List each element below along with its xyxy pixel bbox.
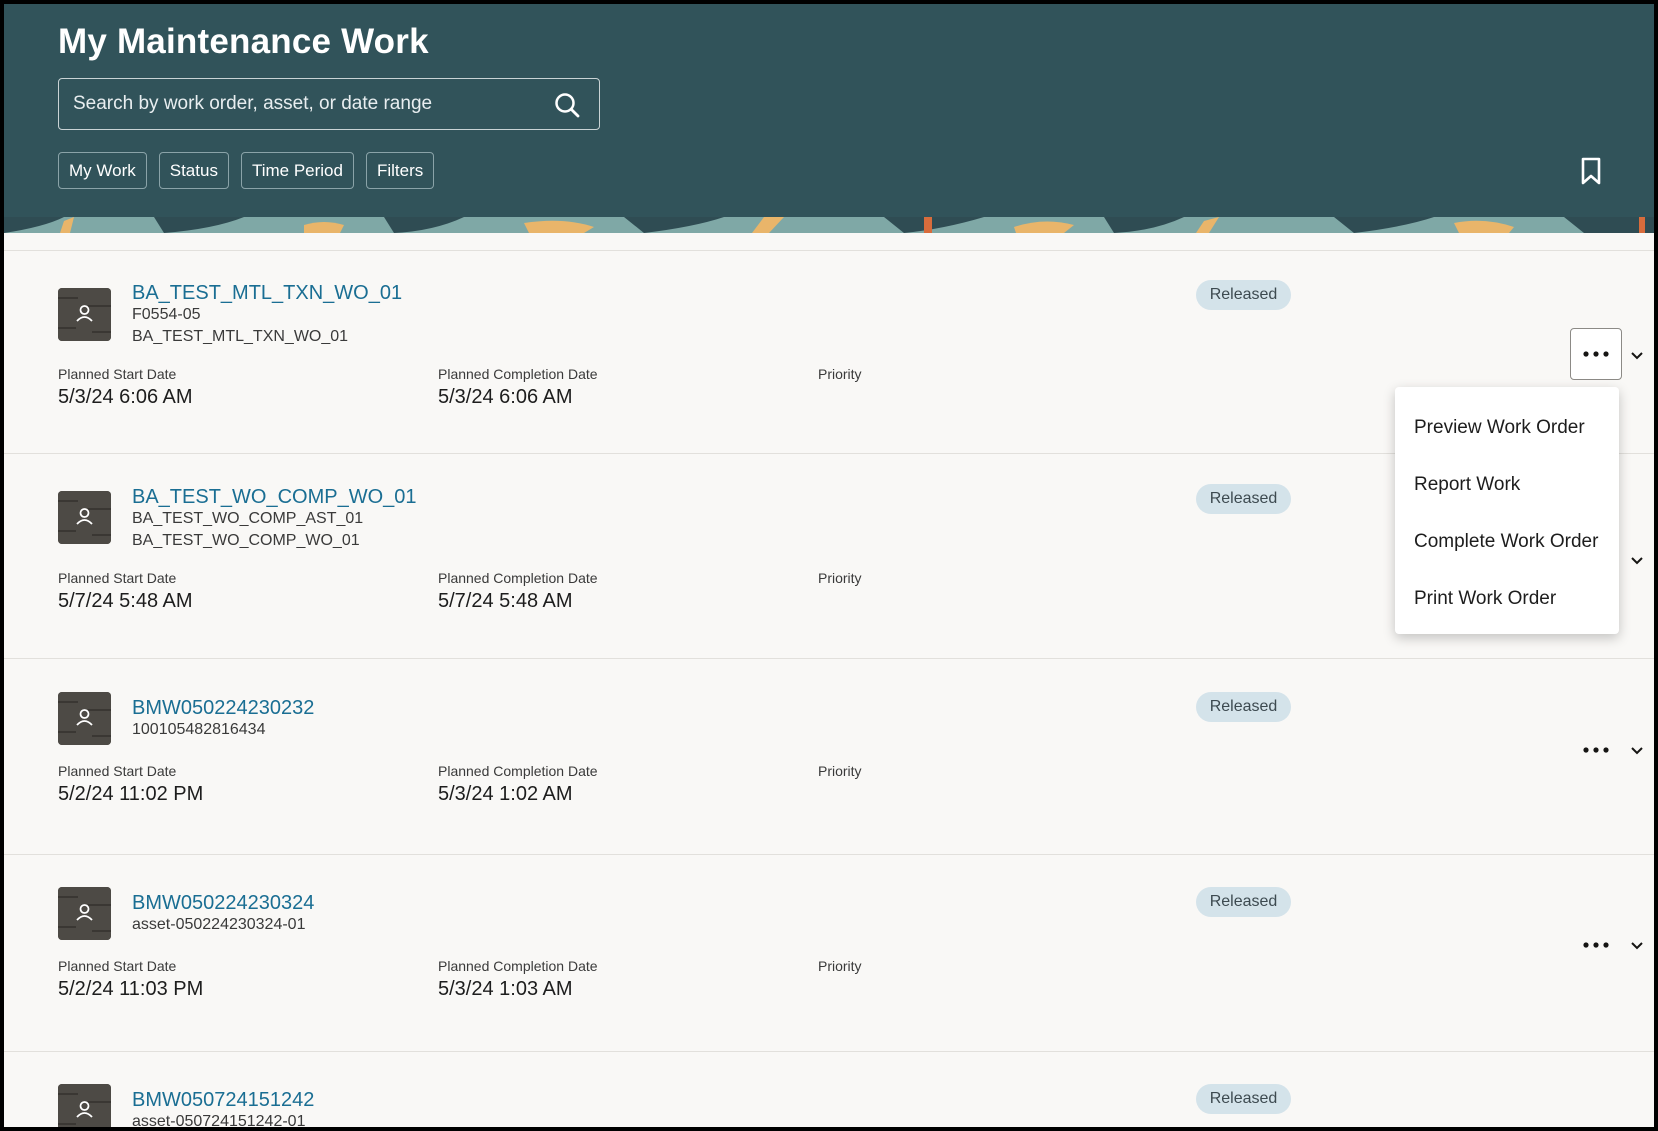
status-badge: Released (1196, 280, 1291, 310)
chip-time-period[interactable]: Time Period (240, 152, 354, 189)
work-order-number: BA_TEST_WO_COMP_WO_01 (132, 532, 360, 549)
planned-completion-value: 5/7/24 5:48 AM (438, 590, 573, 612)
avatar (58, 491, 111, 544)
avatar (58, 288, 111, 341)
asset-number: asset-050724151242-01 (132, 1113, 306, 1127)
avatar (58, 692, 111, 745)
planned-start-label: Planned Start Date (58, 763, 177, 779)
asset-number: 100105482816434 (132, 721, 266, 738)
header-decoration (4, 217, 1654, 233)
status-badge: Released (1196, 484, 1291, 514)
planned-start-value: 5/7/24 5:48 AM (58, 590, 193, 612)
search-input[interactable] (73, 79, 543, 129)
status-badge: Released (1196, 1084, 1291, 1114)
more-actions-icon (1583, 351, 1609, 357)
planned-start-value: 5/3/24 6:06 AM (58, 386, 193, 408)
more-actions-icon (1583, 747, 1609, 753)
planned-start-label: Planned Start Date (58, 958, 177, 974)
planned-completion-value: 5/3/24 6:06 AM (438, 386, 573, 408)
app-frame: My Maintenance Work My Work Status Time … (4, 4, 1654, 1127)
person-icon (58, 288, 111, 341)
bookmark-icon[interactable] (1579, 156, 1603, 186)
menu-item-print-work-order[interactable]: Print Work Order (1395, 570, 1619, 627)
priority-label: Priority (818, 570, 862, 586)
chevron-down-icon[interactable] (1630, 555, 1644, 565)
menu-item-complete-work-order[interactable]: Complete Work Order (1395, 513, 1619, 570)
work-order-number: BA_TEST_MTL_TXN_WO_01 (132, 328, 349, 345)
planned-start-value: 5/2/24 11:02 PM (58, 783, 204, 805)
chevron-down-icon[interactable] (1630, 350, 1644, 360)
priority-label: Priority (818, 366, 862, 382)
status-badge: Released (1196, 887, 1291, 917)
actions-menu: Preview Work Order Report Work Complete … (1395, 387, 1619, 634)
planned-start-label: Planned Start Date (58, 366, 177, 382)
avatar (58, 887, 111, 940)
planned-completion-label: Planned Completion Date (438, 366, 598, 382)
chip-status[interactable]: Status (158, 152, 229, 189)
search-box[interactable] (58, 78, 600, 130)
planned-completion-label: Planned Completion Date (438, 570, 598, 586)
more-actions-button[interactable] (1570, 724, 1622, 776)
filter-chips: My Work Status Time Period Filters (58, 152, 435, 189)
priority-label: Priority (818, 763, 862, 779)
chip-filters[interactable]: Filters (365, 152, 435, 189)
planned-completion-label: Planned Completion Date (438, 958, 598, 974)
menu-item-preview-work-order[interactable]: Preview Work Order (1395, 399, 1619, 456)
more-actions-button[interactable] (1570, 919, 1622, 971)
person-icon (58, 491, 111, 544)
more-actions-button[interactable] (1570, 328, 1622, 380)
list-item: BMW050224230324 asset-050224230324-01 Re… (4, 856, 1654, 1052)
planned-start-label: Planned Start Date (58, 570, 177, 586)
asset-number: BA_TEST_WO_COMP_AST_01 (132, 510, 364, 527)
avatar (58, 1084, 111, 1127)
menu-item-report-work[interactable]: Report Work (1395, 456, 1619, 513)
status-badge: Released (1196, 692, 1291, 722)
asset-number: F0554-05 (132, 306, 201, 323)
more-actions-icon (1583, 942, 1609, 948)
work-order-link[interactable]: BA_TEST_WO_COMP_WO_01 (132, 486, 417, 509)
planned-completion-value: 5/3/24 1:02 AM (438, 783, 573, 805)
chip-my-work[interactable]: My Work (58, 152, 147, 189)
chevron-down-icon[interactable] (1630, 745, 1644, 755)
page-title: My Maintenance Work (58, 22, 429, 61)
work-order-link[interactable]: BMW050724151242 (132, 1089, 314, 1112)
planned-completion-value: 5/3/24 1:03 AM (438, 978, 573, 1000)
work-order-link[interactable]: BMW050224230232 (132, 697, 314, 720)
priority-label: Priority (818, 958, 862, 974)
planned-completion-label: Planned Completion Date (438, 763, 598, 779)
person-icon (58, 887, 111, 940)
chevron-down-icon[interactable] (1630, 940, 1644, 950)
work-order-link[interactable]: BMW050224230324 (132, 892, 314, 915)
page-header: My Maintenance Work My Work Status Time … (4, 4, 1654, 217)
list-item: BMW050224230232 100105482816434 Released… (4, 660, 1654, 855)
list-item: BMW050724151242 asset-050724151242-01 Re… (4, 1053, 1654, 1127)
work-order-link[interactable]: BA_TEST_MTL_TXN_WO_01 (132, 282, 402, 305)
search-icon[interactable] (553, 91, 581, 119)
person-icon (58, 692, 111, 745)
planned-start-value: 5/2/24 11:03 PM (58, 978, 204, 1000)
person-icon (58, 1084, 111, 1127)
asset-number: asset-050224230324-01 (132, 916, 306, 933)
